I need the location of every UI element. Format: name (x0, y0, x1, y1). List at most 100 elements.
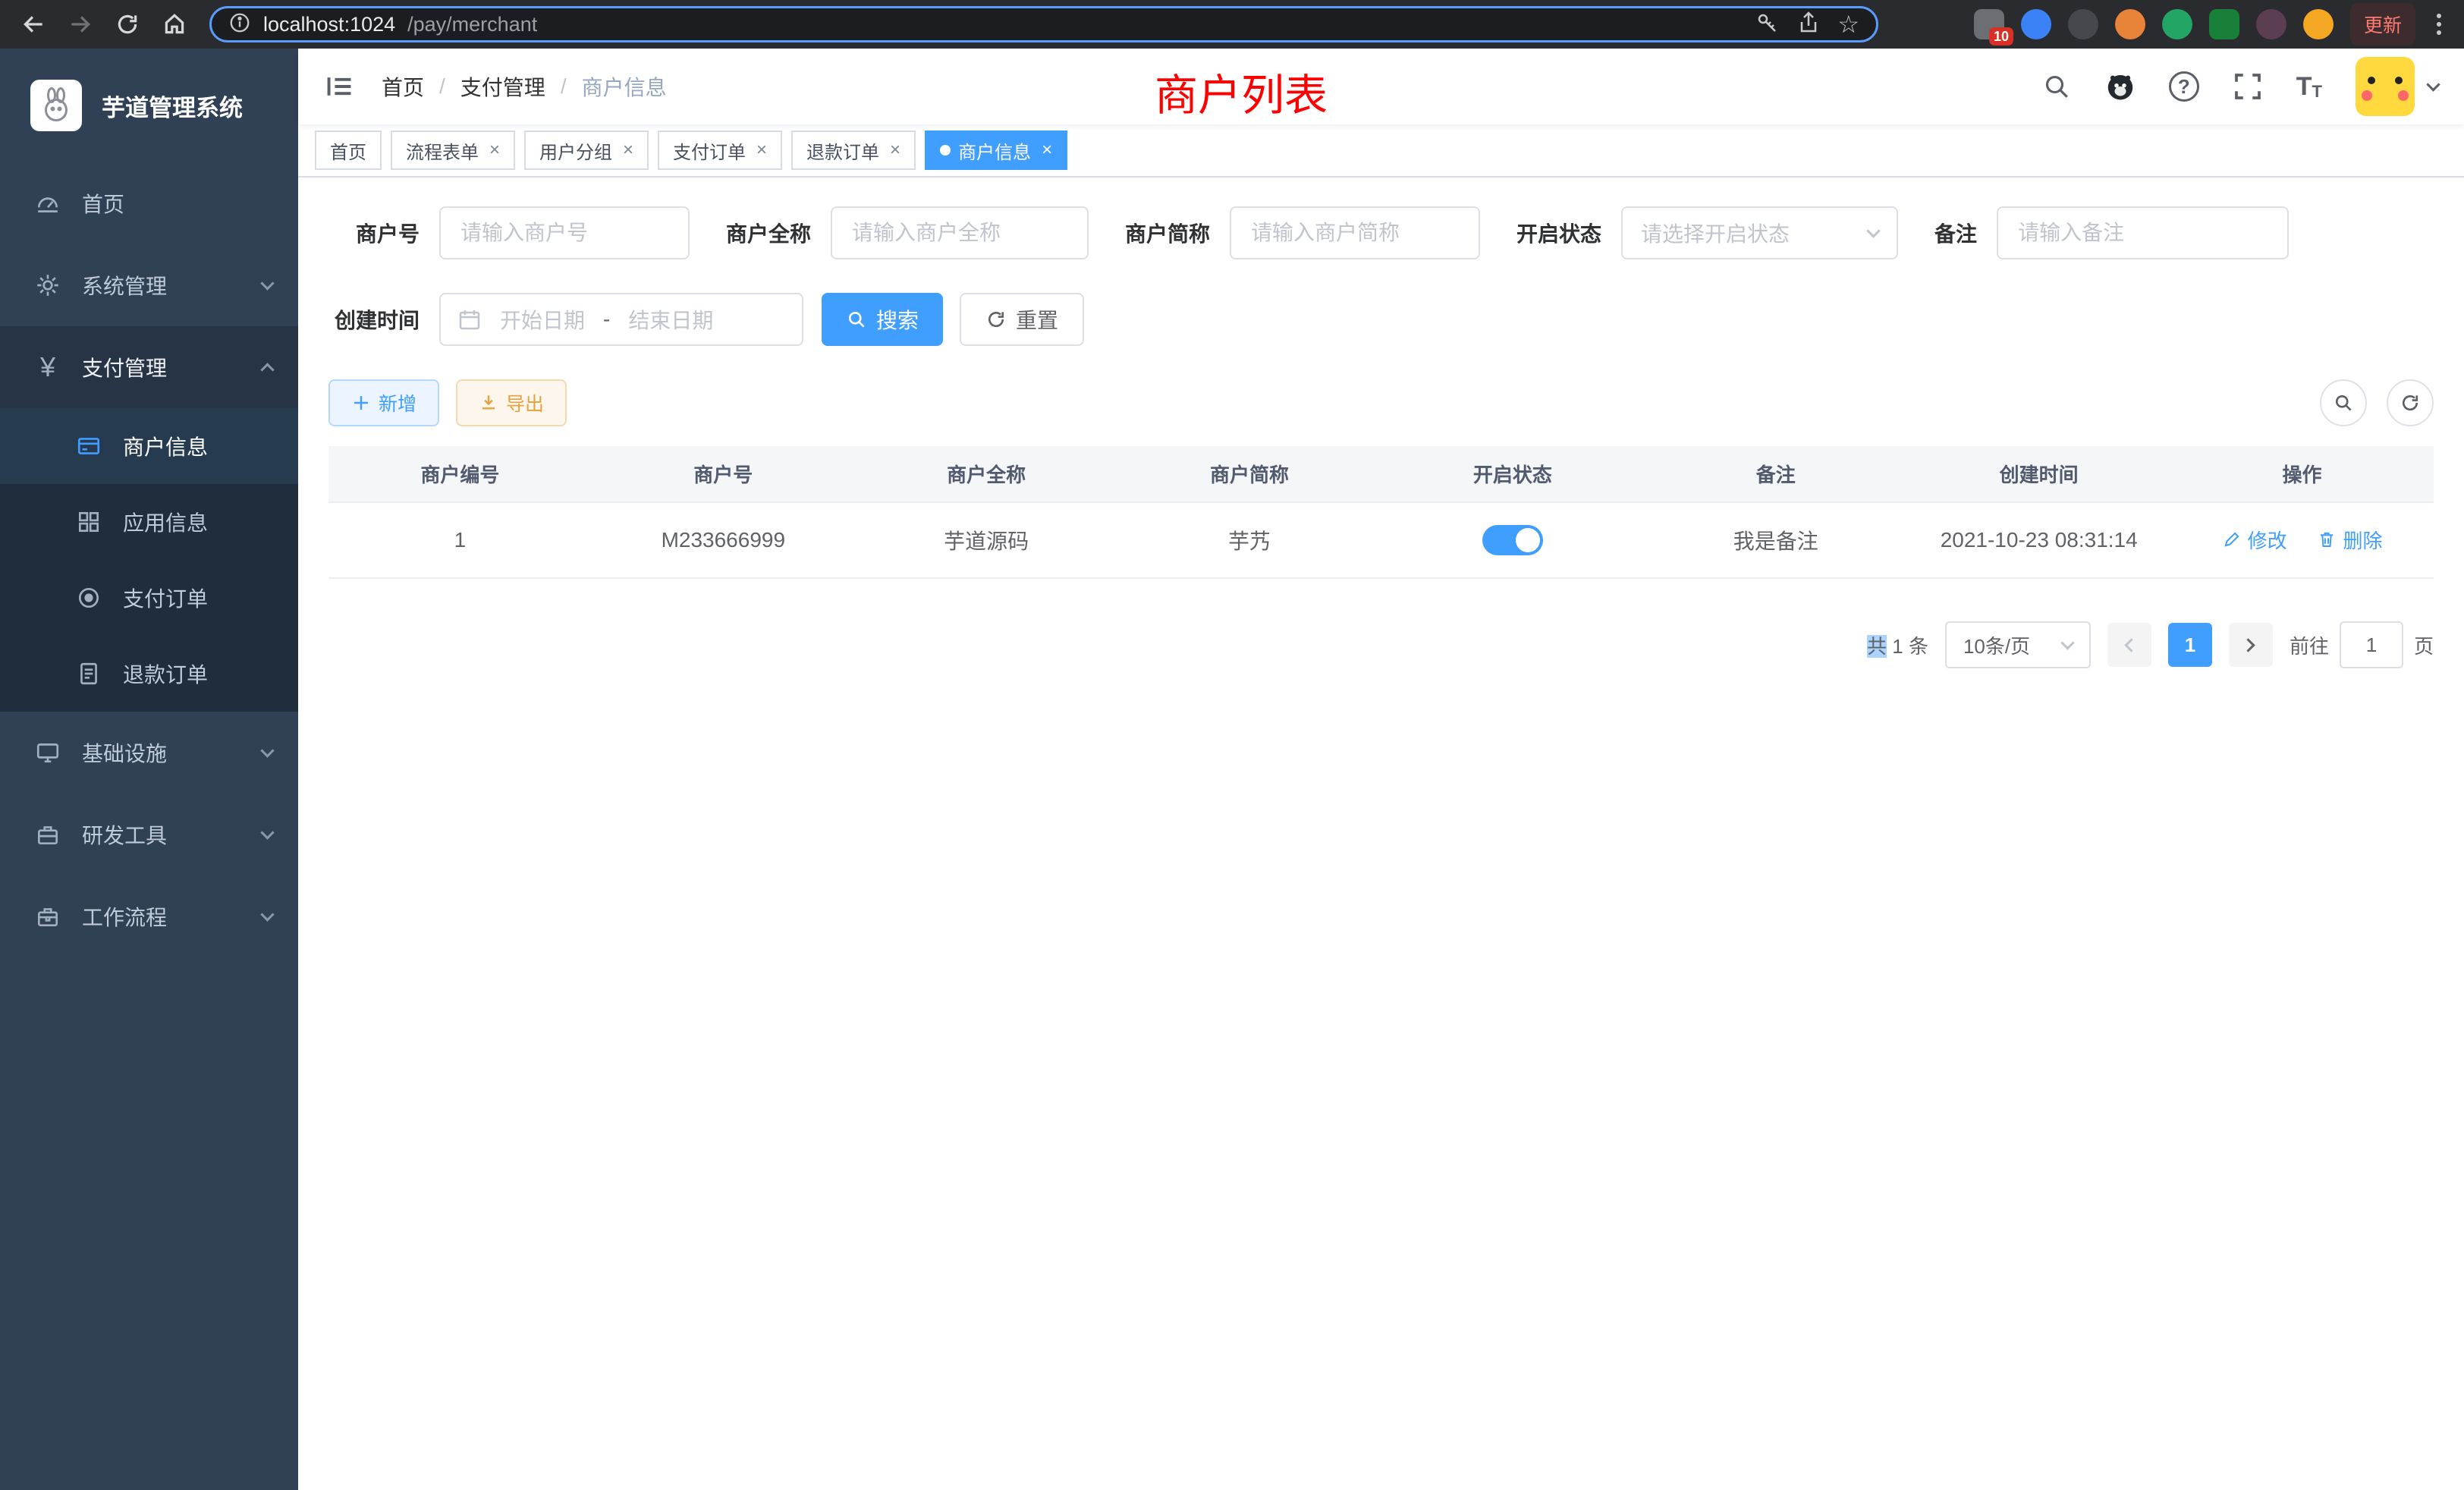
page-annotation: 商户列表 (1155, 61, 1328, 123)
chevron-down-icon[interactable] (2426, 77, 2440, 91)
pagination-total-prefix: 共 (1867, 635, 1887, 658)
tab-close-icon[interactable]: × (756, 140, 767, 161)
breadcrumb-payment[interactable]: 支付管理 (460, 71, 545, 102)
short-name-label: 商户简称 (1125, 218, 1210, 248)
sidebar-item-pay-order[interactable]: 支付订单 (0, 560, 298, 636)
tab-label: 流程表单 (406, 137, 479, 164)
tab-user-group[interactable]: 用户分组 × (524, 130, 649, 170)
extension-icon-5[interactable] (2162, 9, 2192, 39)
tab-merchant-info[interactable]: 商户信息 × (925, 130, 1067, 170)
sidebar-item-infrastructure[interactable]: 基础设施 (0, 712, 298, 794)
chevron-down-icon (260, 276, 274, 290)
merchant-no-input[interactable] (439, 206, 690, 259)
col-full-name: 商户全称 (855, 446, 1118, 502)
tab-label: 商户信息 (958, 137, 1031, 164)
sidebar-item-dev-tools[interactable]: 研发工具 (0, 794, 298, 875)
add-button[interactable]: 新增 (328, 379, 439, 426)
target-icon (73, 585, 105, 611)
refresh-table-button[interactable] (2387, 379, 2434, 426)
prev-page-button[interactable] (2107, 623, 2151, 667)
full-name-input[interactable] (831, 206, 1089, 259)
password-key-icon[interactable] (1755, 11, 1780, 39)
browser-profile-avatar[interactable] (2303, 9, 2334, 39)
tab-refund-order[interactable]: 退款订单 × (791, 130, 916, 170)
extension-icon-4[interactable] (2115, 9, 2145, 39)
sidebar-item-app-info[interactable]: 应用信息 (0, 484, 298, 560)
remark-input[interactable] (1997, 206, 2289, 259)
back-icon[interactable] (14, 5, 53, 44)
reset-button[interactable]: 重置 (960, 293, 1084, 346)
extension-badge: 10 (1989, 27, 2013, 46)
sidebar-item-system[interactable]: 系统管理 (0, 244, 298, 326)
status-select[interactable]: 请选择开启状态 (1621, 206, 1898, 259)
edit-link[interactable]: 修改 (2222, 526, 2287, 554)
font-size-icon[interactable]: TT (2296, 72, 2322, 102)
browser-update-button[interactable]: 更新 (2350, 3, 2415, 46)
share-icon[interactable] (1796, 11, 1821, 39)
sidebar-item-label: 工作流程 (82, 901, 244, 932)
document-icon (73, 661, 105, 687)
home-icon[interactable] (155, 5, 194, 44)
export-button-label: 导出 (506, 389, 544, 417)
github-icon[interactable] (2105, 71, 2136, 102)
delete-link[interactable]: 删除 (2317, 526, 2382, 554)
bookmark-star-icon[interactable]: ☆ (1837, 12, 1859, 36)
short-name-input[interactable] (1230, 206, 1480, 259)
browser-chrome: localhost:1024/pay/merchant ☆ 10 更新 (0, 0, 2464, 49)
app-logo[interactable]: 芋道管理系统 (0, 49, 298, 162)
tab-label: 退款订单 (806, 137, 879, 164)
jumper-input[interactable] (2340, 621, 2403, 668)
fullscreen-icon[interactable] (2233, 71, 2263, 102)
tab-close-icon[interactable]: × (623, 140, 633, 161)
date-end-placeholder: 结束日期 (628, 304, 713, 335)
search-button[interactable]: 搜索 (822, 293, 943, 346)
tab-close-icon[interactable]: × (489, 140, 500, 161)
extension-icon-2[interactable] (2021, 9, 2051, 39)
tab-label: 用户分组 (539, 137, 612, 164)
reload-icon[interactable] (108, 5, 147, 44)
credit-card-icon (73, 433, 105, 459)
create-time-range-picker[interactable]: 开始日期 - 结束日期 (439, 293, 803, 346)
tab-pay-order[interactable]: 支付订单 × (658, 130, 782, 170)
status-toggle[interactable] (1482, 525, 1543, 555)
toggle-search-button[interactable] (2320, 379, 2367, 426)
sidebar-item-label: 基础设施 (82, 737, 244, 768)
tab-process-form[interactable]: 流程表单 × (391, 130, 515, 170)
extension-icon-7[interactable] (2256, 9, 2286, 39)
sidebar-item-payment[interactable]: ¥ 支付管理 (0, 326, 298, 408)
tags-view: 首页 流程表单 × 用户分组 × 支付订单 × 退款订单 × 商户信息 × (298, 124, 2464, 178)
sidebar-item-merchant-info[interactable]: 商户信息 (0, 408, 298, 484)
cell-create-time: 2021-10-23 08:31:14 (1907, 502, 2170, 578)
current-page-button[interactable]: 1 (2168, 623, 2212, 667)
tab-close-icon[interactable]: × (1042, 140, 1052, 161)
extension-icon-6[interactable] (2209, 9, 2239, 39)
extension-icon-1[interactable]: 10 (1974, 9, 2004, 39)
chevron-down-icon (1866, 224, 1880, 237)
tab-close-icon[interactable]: × (890, 140, 900, 161)
sidebar-item-workflow[interactable]: 工作流程 (0, 875, 298, 957)
dashboard-icon (32, 190, 64, 216)
search-icon[interactable] (2041, 71, 2072, 102)
breadcrumb-home[interactable]: 首页 (382, 71, 424, 102)
browser-menu-icon[interactable] (2432, 14, 2446, 35)
address-bar[interactable]: localhost:1024/pay/merchant ☆ (209, 6, 1878, 42)
pencil-icon (2222, 530, 2242, 549)
help-icon[interactable]: ? (2169, 71, 2199, 102)
hamburger-icon[interactable] (324, 71, 356, 102)
user-avatar[interactable] (2356, 57, 2415, 116)
chevron-down-icon (260, 907, 274, 921)
sidebar-item-home[interactable]: 首页 (0, 162, 298, 244)
logo-image (30, 80, 82, 131)
extension-icon-3[interactable] (2068, 9, 2098, 39)
date-start-placeholder: 开始日期 (500, 304, 585, 335)
export-button[interactable]: 导出 (456, 379, 567, 426)
tab-home[interactable]: 首页 (315, 130, 382, 170)
table-row: 1 M233666999 芋道源码 芋艿 我是备注 2021-10-23 08:… (328, 502, 2434, 578)
page-size-select[interactable]: 10条/页 (1945, 621, 2091, 668)
tab-label: 支付订单 (673, 137, 746, 164)
toolbox-icon (32, 822, 64, 847)
sidebar-item-refund-order[interactable]: 退款订单 (0, 636, 298, 712)
forward-icon[interactable] (61, 5, 100, 44)
next-page-button[interactable] (2229, 623, 2273, 667)
site-info-icon[interactable] (228, 11, 251, 38)
